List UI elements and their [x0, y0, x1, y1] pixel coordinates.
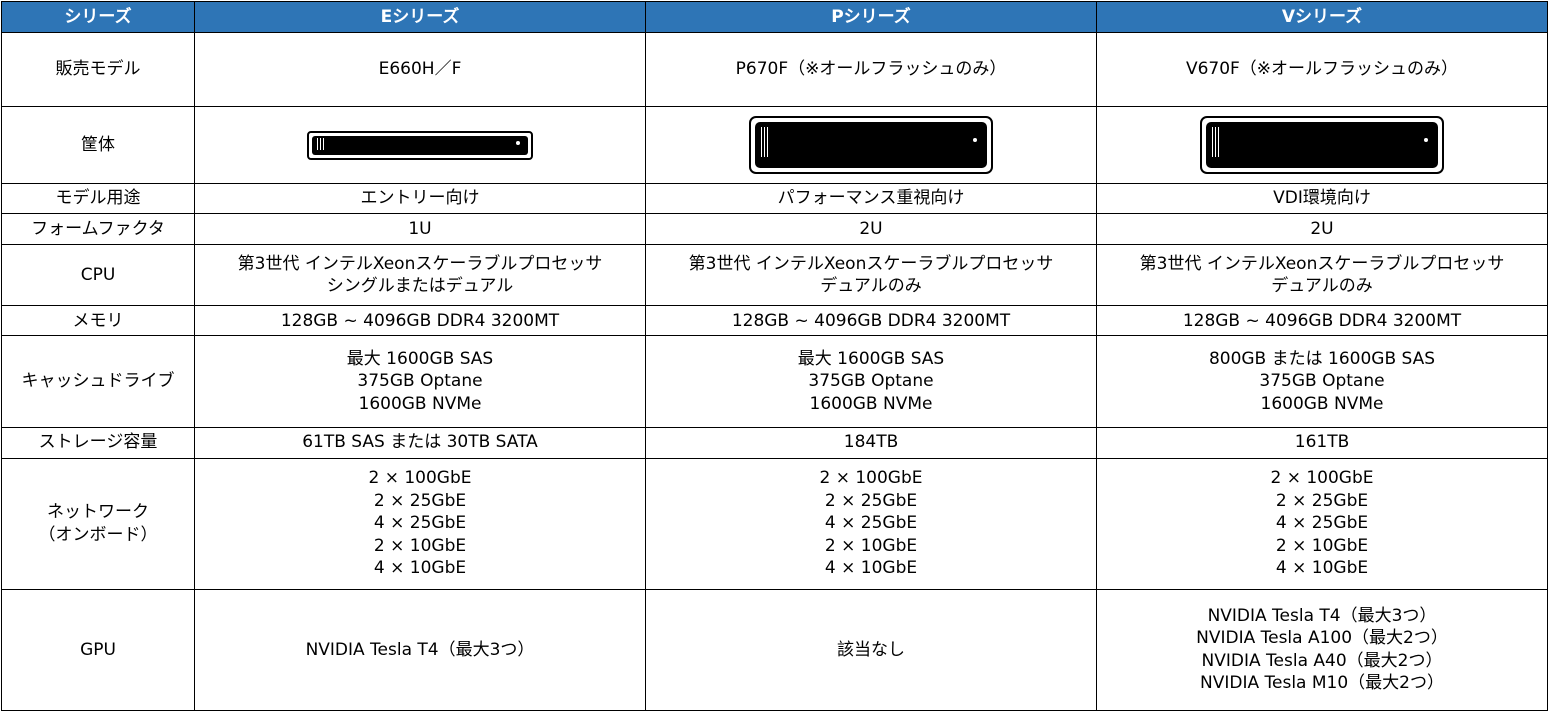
- cell-e-chassis: [194, 106, 646, 185]
- cell-line: 2 × 10GbE: [1275, 535, 1369, 556]
- cell-e-usage: エントリー向け: [194, 183, 646, 215]
- cell-p-cpu: 第3世代 インテルXeonスケーラブルプロセッサ デュアルのみ: [645, 244, 1097, 307]
- cell-e-cpu: 第3世代 インテルXeonスケーラブルプロセッサ シングルまたはデュアル: [194, 244, 646, 307]
- cell-v-chassis: [1096, 106, 1548, 185]
- cell-v-cache: 800GB または 1600GB SAS 375GB Optane 1600GB…: [1096, 335, 1548, 428]
- cell-v-gpu: NVIDIA Tesla T4（最大3つ） NVIDIA Tesla A100（…: [1096, 588, 1548, 712]
- cell-line: 2 × 25GbE: [824, 490, 918, 511]
- cell-line: 第3世代 インテルXeonスケーラブルプロセッサ: [237, 253, 603, 274]
- cell-p-cache: 最大 1600GB SAS 375GB Optane 1600GB NVMe: [645, 335, 1097, 428]
- cell-line: 4 × 25GbE: [824, 513, 918, 534]
- row-label-cache: キャッシュドライブ: [1, 335, 195, 428]
- cell-line: 2 × 25GbE: [1275, 490, 1369, 511]
- row-label-cpu: CPU: [1, 244, 195, 307]
- row-usage: モデル用途 エントリー向け パフォーマンス重視向け VDI環境向け: [1, 183, 1548, 215]
- cell-line: 1600GB NVMe: [1260, 393, 1384, 414]
- cell-line: 375GB Optane: [808, 371, 934, 392]
- row-label-network: ネットワーク （オンボード）: [1, 457, 195, 590]
- cell-line: 1600GB NVMe: [809, 393, 933, 414]
- cell-v-cpu: 第3世代 インテルXeonスケーラブルプロセッサ デュアルのみ: [1096, 244, 1548, 307]
- cell-line: 1600GB NVMe: [358, 393, 482, 414]
- row-memory: メモリ 128GB ~ 4096GB DDR4 3200MT 128GB ~ 4…: [1, 305, 1548, 337]
- cell-line: 最大 1600GB SAS: [797, 348, 945, 369]
- header-series: シリーズ: [1, 1, 195, 33]
- row-label-memory: メモリ: [1, 305, 195, 337]
- cell-line: 4 × 25GbE: [373, 513, 467, 534]
- header-v-series: Vシリーズ: [1096, 1, 1548, 33]
- cell-v-network: 2 × 100GbE 2 × 25GbE 4 × 25GbE 2 × 10GbE…: [1096, 457, 1548, 590]
- row-label-line: （オンボード）: [38, 524, 158, 545]
- cell-p-memory: 128GB ~ 4096GB DDR4 3200MT: [645, 305, 1097, 337]
- header-p-series: Pシリーズ: [645, 1, 1097, 33]
- cell-line: 第3世代 インテルXeonスケーラブルプロセッサ: [1139, 253, 1505, 274]
- series-comparison-table: シリーズ Eシリーズ Pシリーズ Vシリーズ 販売モデル E660H／F P67…: [1, 1, 1548, 712]
- row-form-factor: フォームファクタ 1U 2U 2U: [1, 213, 1548, 246]
- row-label-model: 販売モデル: [1, 31, 195, 108]
- cell-p-usage: パフォーマンス重視向け: [645, 183, 1097, 215]
- cell-line: シングルまたはデュアル: [326, 276, 514, 297]
- cell-line: NVIDIA Tesla T4（最大3つ）: [1207, 605, 1437, 626]
- cell-e-gpu: NVIDIA Tesla T4（最大3つ）: [194, 588, 646, 712]
- cell-v-model: V670F（※オールフラッシュのみ）: [1096, 31, 1548, 108]
- cell-line: NVIDIA Tesla M10（最大2つ）: [1200, 673, 1444, 694]
- row-label-usage: モデル用途: [1, 183, 195, 215]
- cell-line: 最大 1600GB SAS: [346, 348, 494, 369]
- row-label-form-factor: フォームファクタ: [1, 213, 195, 246]
- rack-server-2u-icon: [1200, 116, 1444, 175]
- row-label-chassis: 筐体: [1, 106, 195, 185]
- cell-line: 4 × 25GbE: [1275, 513, 1369, 534]
- row-label-gpu: GPU: [1, 588, 195, 712]
- cell-p-gpu: 該当なし: [645, 588, 1097, 712]
- cell-p-chassis: [645, 106, 1097, 185]
- cell-line: デュアルのみ: [820, 276, 922, 297]
- cell-line: 2 × 10GbE: [824, 535, 918, 556]
- row-gpu: GPU NVIDIA Tesla T4（最大3つ） 該当なし NVIDIA Te…: [1, 588, 1548, 712]
- cell-line: 800GB または 1600GB SAS: [1208, 348, 1436, 369]
- rack-server-2u-icon: [749, 116, 993, 175]
- cell-e-cache: 最大 1600GB SAS 375GB Optane 1600GB NVMe: [194, 335, 646, 428]
- cell-line: 2 × 25GbE: [373, 490, 467, 511]
- cell-line: 2 × 100GbE: [368, 468, 472, 489]
- cell-line: 4 × 10GbE: [1275, 558, 1369, 579]
- row-chassis: 筐体: [1, 106, 1548, 185]
- cell-line: 2 × 100GbE: [819, 468, 923, 489]
- cell-line: 2 × 10GbE: [373, 535, 467, 556]
- cell-line: NVIDIA Tesla A100（最大2つ）: [1196, 628, 1448, 649]
- cell-p-model: P670F（※オールフラッシュのみ）: [645, 31, 1097, 108]
- cell-e-memory: 128GB ~ 4096GB DDR4 3200MT: [194, 305, 646, 337]
- cell-p-form-factor: 2U: [645, 213, 1097, 246]
- cell-line: NVIDIA Tesla A40（最大2つ）: [1201, 650, 1443, 671]
- cell-line: 4 × 10GbE: [373, 558, 467, 579]
- cell-e-network: 2 × 100GbE 2 × 25GbE 4 × 25GbE 2 × 10GbE…: [194, 457, 646, 590]
- cell-v-form-factor: 2U: [1096, 213, 1548, 246]
- row-network: ネットワーク （オンボード） 2 × 100GbE 2 × 25GbE 4 × …: [1, 457, 1548, 590]
- row-model: 販売モデル E660H／F P670F（※オールフラッシュのみ） V670F（※…: [1, 31, 1548, 108]
- cell-p-storage: 184TB: [645, 426, 1097, 459]
- cell-line: デュアルのみ: [1271, 276, 1373, 297]
- header-e-series: Eシリーズ: [194, 1, 646, 33]
- cell-e-model: E660H／F: [194, 31, 646, 108]
- row-cpu: CPU 第3世代 インテルXeonスケーラブルプロセッサ シングルまたはデュアル…: [1, 244, 1548, 307]
- cell-line: 第3世代 インテルXeonスケーラブルプロセッサ: [688, 253, 1054, 274]
- cell-e-storage: 61TB SAS または 30TB SATA: [194, 426, 646, 459]
- cell-v-memory: 128GB ~ 4096GB DDR4 3200MT: [1096, 305, 1548, 337]
- rack-server-1u-icon: [307, 130, 533, 160]
- cell-line: 375GB Optane: [357, 371, 483, 392]
- row-label-line: ネットワーク: [47, 502, 149, 523]
- cell-e-form-factor: 1U: [194, 213, 646, 246]
- row-label-storage: ストレージ容量: [1, 426, 195, 459]
- cell-v-usage: VDI環境向け: [1096, 183, 1548, 215]
- cell-line: 2 × 100GbE: [1270, 468, 1374, 489]
- cell-line: 4 × 10GbE: [824, 558, 918, 579]
- row-storage: ストレージ容量 61TB SAS または 30TB SATA 184TB 161…: [1, 426, 1548, 459]
- cell-line: 375GB Optane: [1259, 371, 1385, 392]
- header-row: シリーズ Eシリーズ Pシリーズ Vシリーズ: [1, 1, 1548, 33]
- cell-p-network: 2 × 100GbE 2 × 25GbE 4 × 25GbE 2 × 10GbE…: [645, 457, 1097, 590]
- row-cache: キャッシュドライブ 最大 1600GB SAS 375GB Optane 160…: [1, 335, 1548, 428]
- cell-v-storage: 161TB: [1096, 426, 1548, 459]
